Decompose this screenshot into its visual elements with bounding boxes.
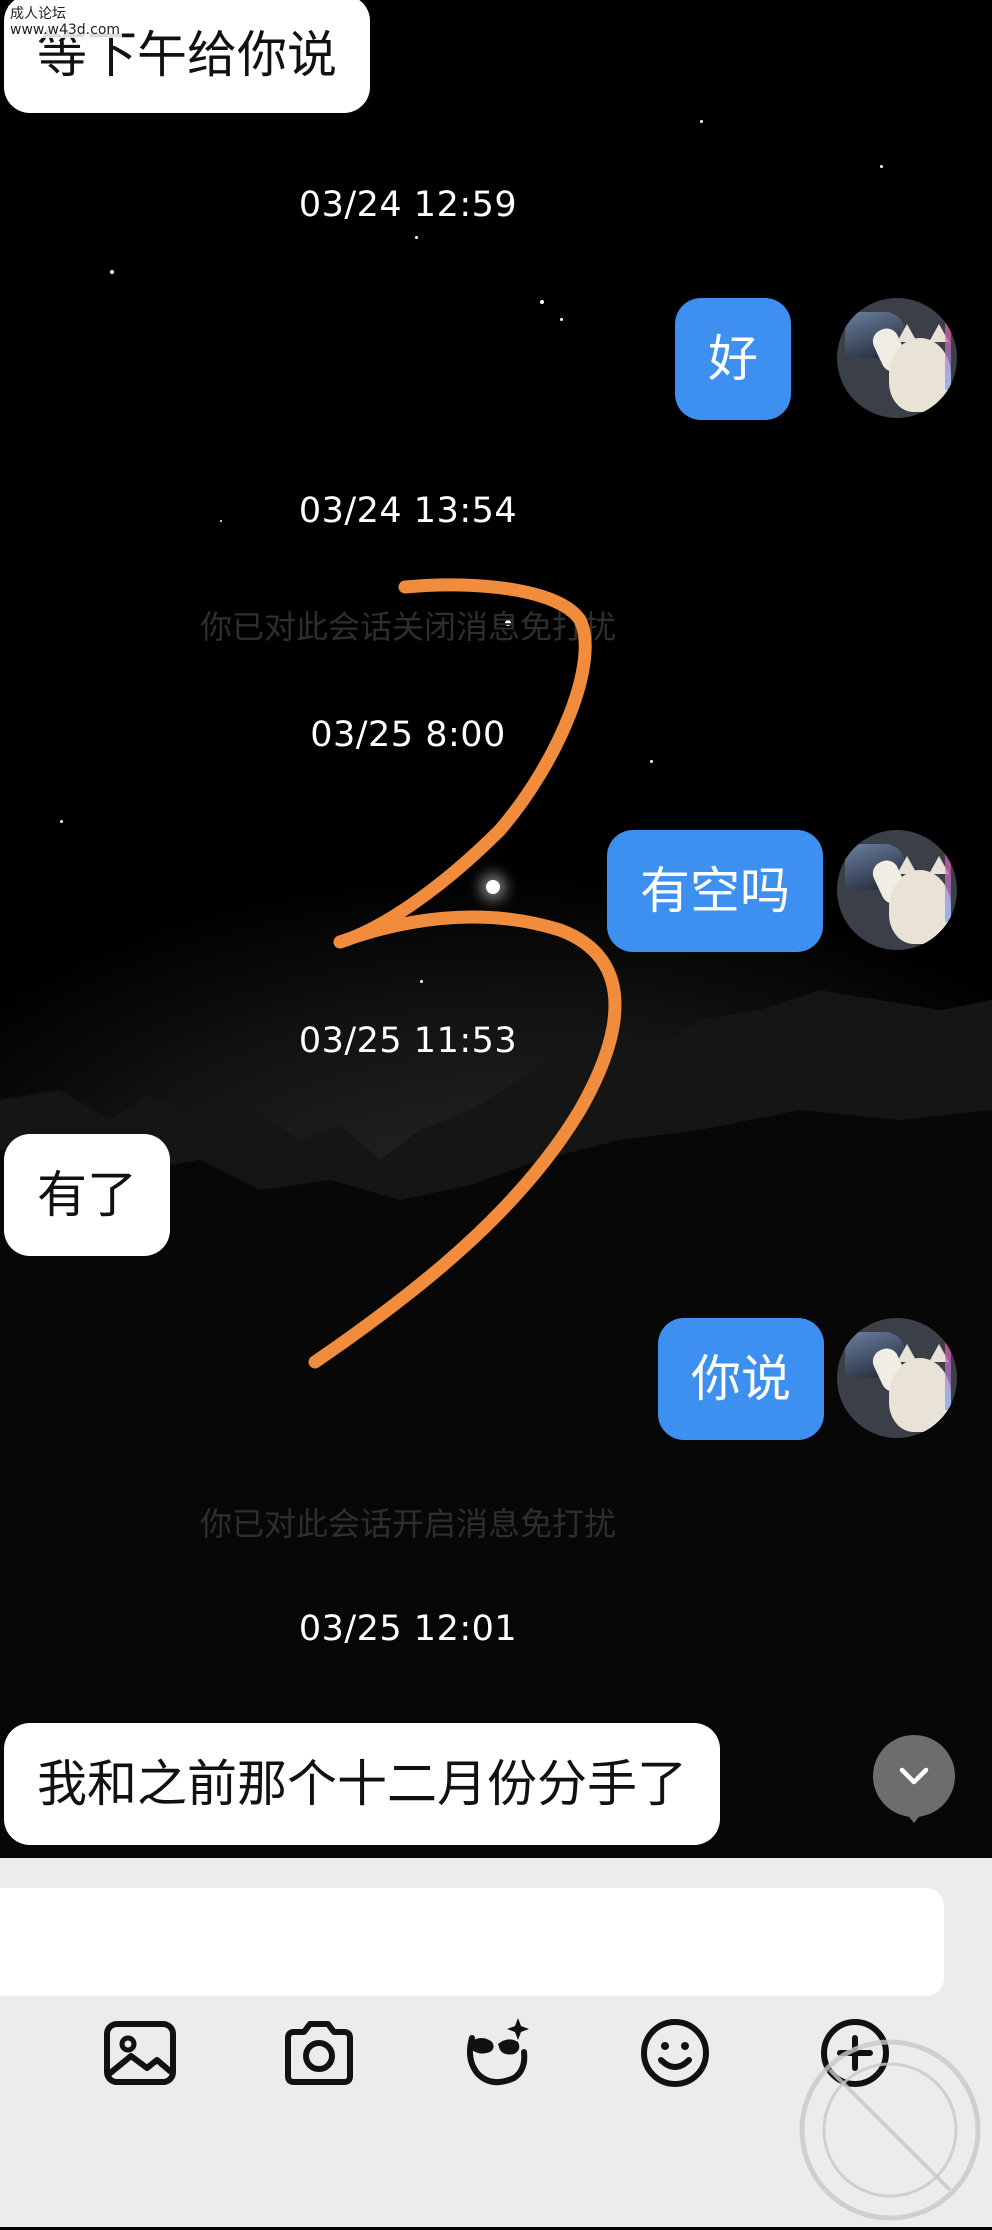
outgoing-message[interactable]: 有空吗 <box>607 830 823 952</box>
incoming-message[interactable]: 我和之前那个十二月份分手了 <box>4 1723 720 1845</box>
scroll-to-latest-button[interactable] <box>873 1735 955 1823</box>
message-input[interactable] <box>0 1888 944 1996</box>
star <box>560 318 563 321</box>
watermark-line2: www.w43d.com <box>10 22 121 38</box>
star <box>700 120 703 123</box>
timestamp: 03/24 13:54 <box>298 491 518 531</box>
system-notice: 你已对此会话开启消息免打扰 <box>199 1505 616 1543</box>
star <box>880 165 883 168</box>
avatar[interactable] <box>837 1318 957 1438</box>
emoji-icon <box>641 2019 709 2087</box>
star <box>540 300 544 304</box>
moon-icon <box>689 450 734 476</box>
outgoing-message[interactable]: 你说 <box>658 1318 824 1440</box>
avatar[interactable] <box>837 298 957 418</box>
sticker-button[interactable] <box>452 2008 542 2098</box>
timestamp: 03/24 12:59 <box>298 185 518 225</box>
star <box>415 236 418 239</box>
system-notice: 你已对此会话关闭消息免打扰 <box>199 608 616 646</box>
watermark-stamp <box>799 2039 981 2221</box>
camera-button[interactable] <box>274 2008 364 2098</box>
star <box>110 270 114 274</box>
watermark: 成人论坛 www.w43d.com <box>8 6 123 38</box>
night-sky-background <box>0 450 992 1858</box>
star <box>420 980 423 983</box>
image-button[interactable] <box>95 2008 185 2098</box>
timestamp: 03/25 12:01 <box>298 1609 518 1649</box>
camera-icon <box>285 2021 353 2085</box>
star <box>486 880 500 894</box>
emoji-button[interactable] <box>630 2008 720 2098</box>
star <box>650 760 653 763</box>
incoming-message[interactable]: 有了 <box>4 1134 170 1256</box>
chevron-down-icon <box>899 1767 929 1785</box>
outgoing-message[interactable]: 好 <box>675 298 791 420</box>
image-icon <box>104 2021 176 2085</box>
avatar[interactable] <box>837 830 957 950</box>
chat-area[interactable]: 成人论坛 www.w43d.com 等下午给你说 03/24 12:59 好 0… <box>0 0 992 1858</box>
sticker-mask-icon <box>467 2018 529 2086</box>
timestamp: 03/25 8:00 <box>310 715 506 755</box>
star <box>60 820 63 823</box>
timestamp: 03/25 11:53 <box>298 1021 518 1061</box>
watermark-line1: 成人论坛 <box>10 6 66 22</box>
